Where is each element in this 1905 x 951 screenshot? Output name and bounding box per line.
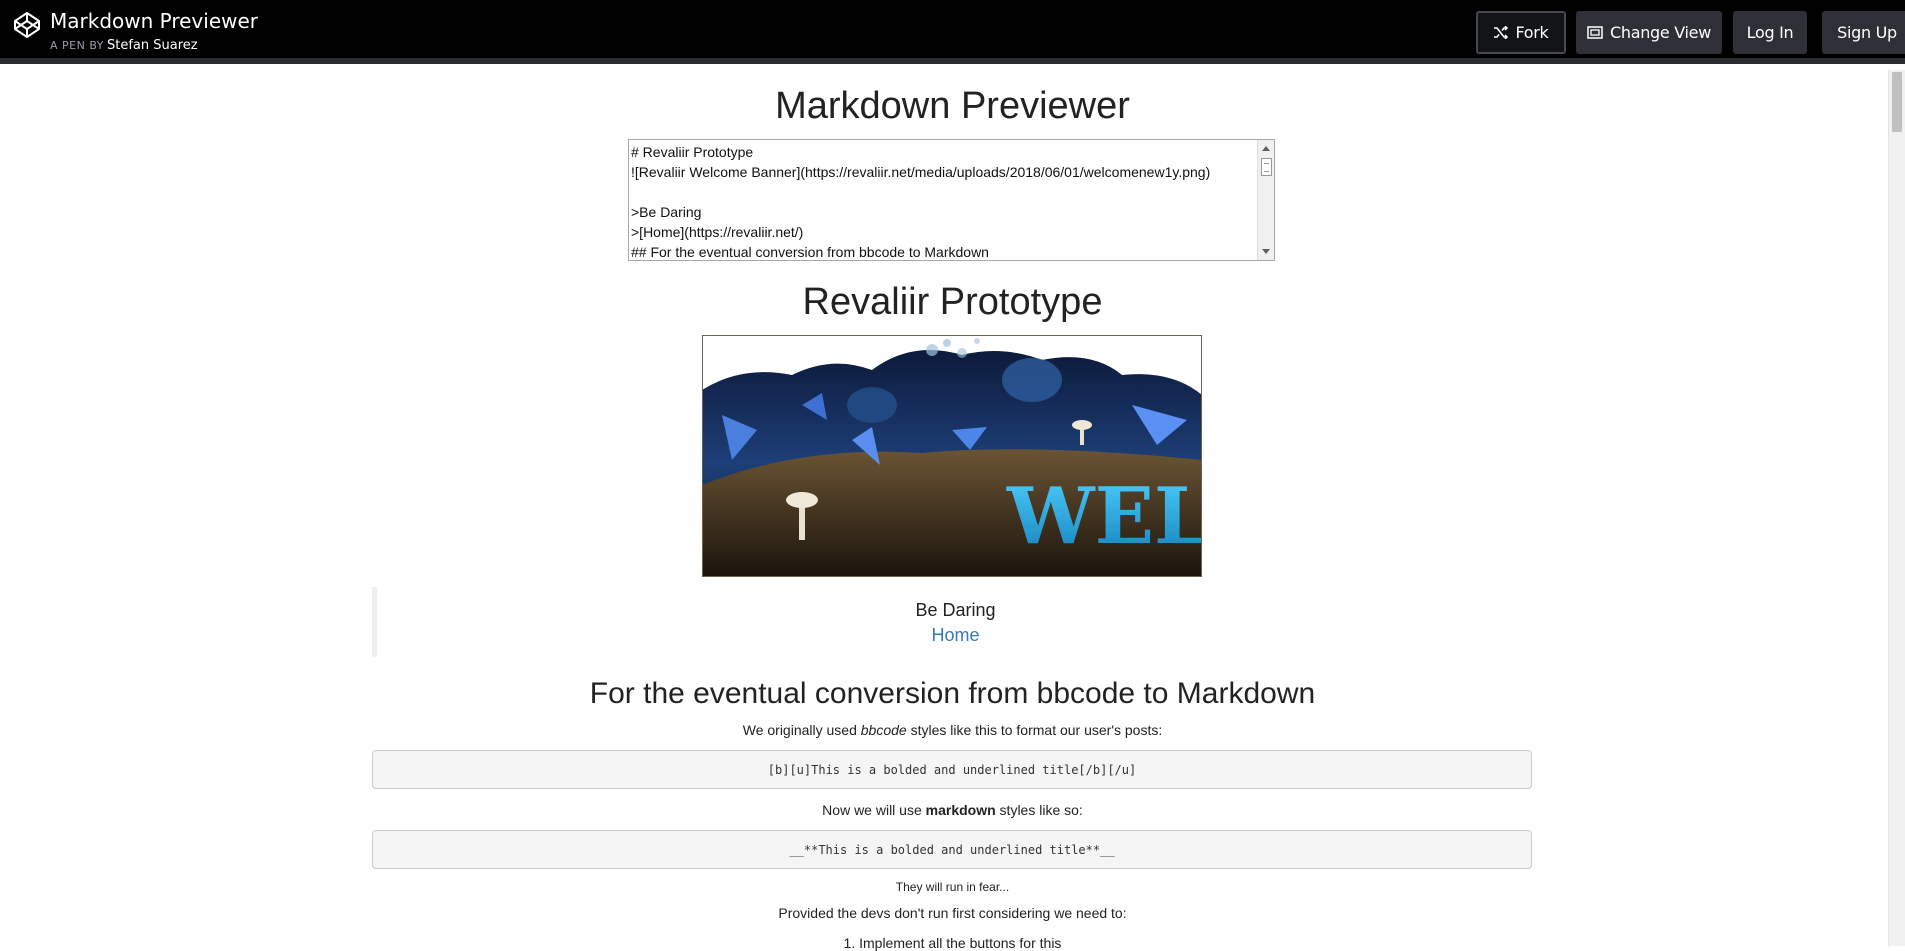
editor-line: >[Home](https://revaliir.net/) <box>631 224 804 240</box>
editor-line: >Be Daring <box>631 204 702 220</box>
codepen-header: Markdown Previewer A PEN BY Stefan Suarez… <box>0 0 1905 64</box>
editor-scrollbar-thumb[interactable] <box>1261 158 1272 176</box>
editor-line: ## For the eventual conversion from bbco… <box>631 244 989 260</box>
para-text: Now we will use <box>822 802 926 818</box>
fork-icon <box>1494 26 1509 39</box>
para-emphasis: bbcode <box>860 722 907 738</box>
home-link[interactable]: Home <box>377 625 1534 646</box>
paragraph-bbcode: We originally used bbcode styles like th… <box>0 722 1905 738</box>
fork-label: Fork <box>1515 23 1549 42</box>
signup-button[interactable]: Sign Up <box>1822 11 1905 54</box>
paragraph-markdown: Now we will use markdown styles like so: <box>0 802 1905 818</box>
change-view-button[interactable]: Change View <box>1576 11 1722 54</box>
markdown-editor[interactable]: # Revaliir Prototype ![Revaliir Welcome … <box>628 139 1275 261</box>
para-text: styles like this to format our user's po… <box>906 722 1163 738</box>
para-strong: markdown <box>925 802 996 818</box>
banner-welcome-text: WELCOME <box>1006 471 1202 562</box>
pen-title: Markdown Previewer <box>50 9 259 33</box>
pen-byline: A PEN BY Stefan Suarez <box>50 38 198 53</box>
login-button[interactable]: Log In <box>1733 11 1807 54</box>
blockquote: Be Daring Home <box>372 587 1534 657</box>
scroll-down-arrow-icon[interactable] <box>1262 249 1270 254</box>
preview-heading-1: Revaliir Prototype <box>802 281 1103 323</box>
para-text: styles like so: <box>995 802 1083 818</box>
editor-line: # Revaliir Prototype <box>631 144 754 160</box>
pen-author-link[interactable]: Stefan Suarez <box>107 38 198 53</box>
preview-heading-2: For the eventual conversion from bbcode … <box>589 677 1316 710</box>
pen-by-prefix: A PEN BY <box>50 39 104 52</box>
paragraph-devs: Provided the devs don't run first consid… <box>778 905 1127 921</box>
list-item: 1. Implement all the buttons for this <box>843 935 1062 951</box>
welcome-banner-image: WELCOME <box>702 335 1202 577</box>
code-block-bbcode: [b][u]This is a bolded and underlined ti… <box>372 750 1532 789</box>
blockquote-text: Be Daring <box>915 600 996 620</box>
para-text: We originally used <box>742 722 861 738</box>
layout-icon <box>1587 26 1603 39</box>
small-text: They will run in fear... <box>895 880 1010 894</box>
fork-button[interactable]: Fork <box>1476 11 1566 54</box>
editor-text[interactable]: # Revaliir Prototype ![Revaliir Welcome … <box>629 140 1274 260</box>
editor-line: ![Revaliir Welcome Banner](https://reval… <box>631 164 1211 180</box>
editor-scrollbar[interactable] <box>1257 140 1274 260</box>
code-block-markdown: __**This is a bolded and underlined titl… <box>372 830 1532 869</box>
codepen-logo-icon[interactable] <box>13 11 41 39</box>
change-view-label: Change View <box>1609 23 1711 42</box>
page-title: Markdown Previewer <box>775 85 1130 127</box>
scroll-up-arrow-icon[interactable] <box>1262 146 1270 151</box>
